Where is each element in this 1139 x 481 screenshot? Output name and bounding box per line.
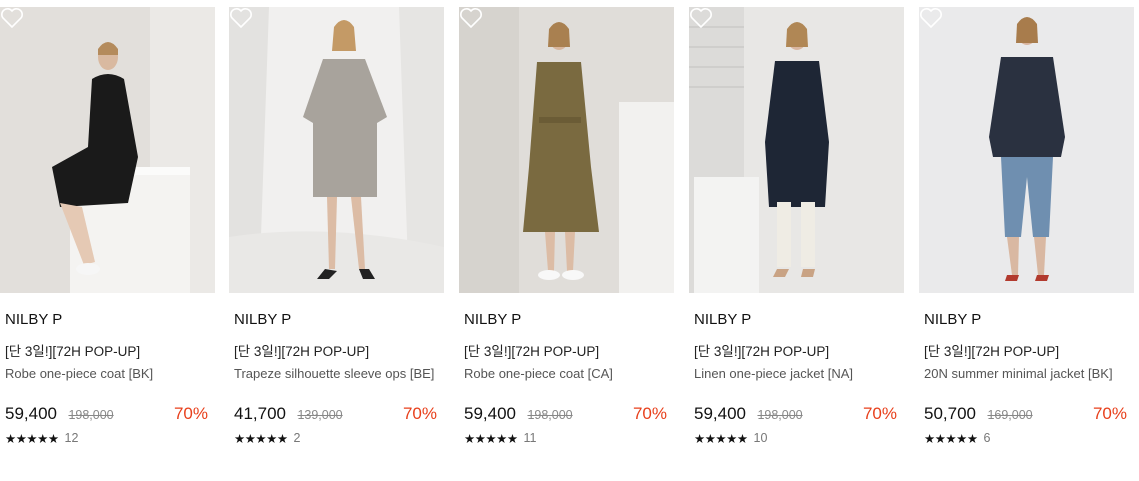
original-price: 139,000: [297, 408, 343, 422]
product-name[interactable]: Linen one-piece jacket [NA]: [694, 366, 899, 398]
star-icons: ★★★★★: [5, 431, 59, 446]
product-image[interactable]: [0, 7, 215, 293]
review-count: 12: [64, 431, 79, 445]
product-name[interactable]: Trapeze silhouette sleeve ops [BE]: [234, 366, 439, 398]
product-image[interactable]: [229, 7, 444, 293]
heart-icon[interactable]: [919, 7, 943, 29]
heart-icon[interactable]: [229, 7, 253, 29]
brand-name[interactable]: NILBY P: [924, 311, 1134, 329]
model-photo: [689, 7, 904, 293]
product-image[interactable]: [689, 7, 904, 293]
rating: ★★★★★ 10: [694, 430, 904, 446]
product-name[interactable]: 20N summer minimal jacket [BK]: [924, 366, 1129, 398]
star-icons: ★★★★★: [464, 431, 518, 446]
star-icons: ★★★★★: [924, 431, 978, 446]
sale-price: 50,700: [924, 404, 976, 423]
discount-rate: 70%: [1092, 404, 1127, 423]
original-price: 198,000: [757, 408, 803, 422]
product-card[interactable]: NILBY P [단 3일!][72H POP-UP] Robe one-pie…: [0, 7, 215, 477]
product-card[interactable]: NILBY P [단 3일!][72H POP-UP] Trapeze silh…: [229, 7, 444, 477]
star-icons: ★★★★★: [694, 431, 748, 446]
model-photo: [0, 7, 215, 293]
heart-icon[interactable]: [459, 7, 483, 29]
review-count: 10: [753, 431, 768, 445]
price-row: 59,400 198,000 70%: [5, 404, 215, 426]
price-row: 59,400 198,000 70%: [694, 404, 904, 426]
product-card[interactable]: NILBY P [단 3일!][72H POP-UP] 20N summer m…: [919, 7, 1134, 477]
original-price: 169,000: [987, 408, 1033, 422]
discount-rate: 70%: [862, 404, 897, 423]
rating: ★★★★★ 12: [5, 430, 215, 446]
product-name[interactable]: Robe one-piece coat [BK]: [5, 366, 210, 398]
promo-tag: [단 3일!][72H POP-UP]: [924, 344, 1060, 359]
promo-tag: [단 3일!][72H POP-UP]: [694, 344, 830, 359]
promo-tag: [단 3일!][72H POP-UP]: [464, 344, 600, 359]
sale-price: 59,400: [5, 404, 57, 423]
review-count: 11: [523, 431, 537, 445]
brand-name[interactable]: NILBY P: [694, 311, 904, 329]
brand-name[interactable]: NILBY P: [464, 311, 674, 329]
product-grid: NILBY P [단 3일!][72H POP-UP] Robe one-pie…: [0, 0, 1139, 481]
discount-rate: 70%: [173, 404, 208, 423]
product-image[interactable]: [919, 7, 1134, 293]
model-photo: [459, 7, 674, 293]
sale-price: 59,400: [464, 404, 516, 423]
sale-price: 41,700: [234, 404, 286, 423]
heart-icon[interactable]: [689, 7, 713, 29]
brand-name[interactable]: NILBY P: [234, 311, 444, 329]
original-price: 198,000: [68, 408, 114, 422]
review-count: 6: [983, 431, 991, 445]
heart-icon[interactable]: [0, 7, 24, 29]
price-row: 41,700 139,000 70%: [234, 404, 444, 426]
discount-rate: 70%: [402, 404, 437, 423]
promo-tag: [단 3일!][72H POP-UP]: [234, 344, 370, 359]
product-name[interactable]: Robe one-piece coat [CA]: [464, 366, 669, 398]
sale-price: 59,400: [694, 404, 746, 423]
price-row: 50,700 169,000 70%: [924, 404, 1134, 426]
star-icons: ★★★★★: [234, 431, 288, 446]
promo-tag: [단 3일!][72H POP-UP]: [5, 344, 141, 359]
product-image[interactable]: [459, 7, 674, 293]
model-photo: [919, 7, 1134, 293]
discount-rate: 70%: [632, 404, 667, 423]
rating: ★★★★★ 11: [464, 430, 674, 446]
original-price: 198,000: [527, 408, 573, 422]
review-count: 2: [293, 431, 301, 445]
price-row: 59,400 198,000 70%: [464, 404, 674, 426]
product-card[interactable]: NILBY P [단 3일!][72H POP-UP] Linen one-pi…: [689, 7, 904, 477]
model-photo: [229, 7, 444, 293]
rating: ★★★★★ 2: [234, 430, 444, 446]
brand-name[interactable]: NILBY P: [5, 311, 215, 329]
product-card[interactable]: NILBY P [단 3일!][72H POP-UP] Robe one-pie…: [459, 7, 674, 477]
rating: ★★★★★ 6: [924, 430, 1134, 446]
